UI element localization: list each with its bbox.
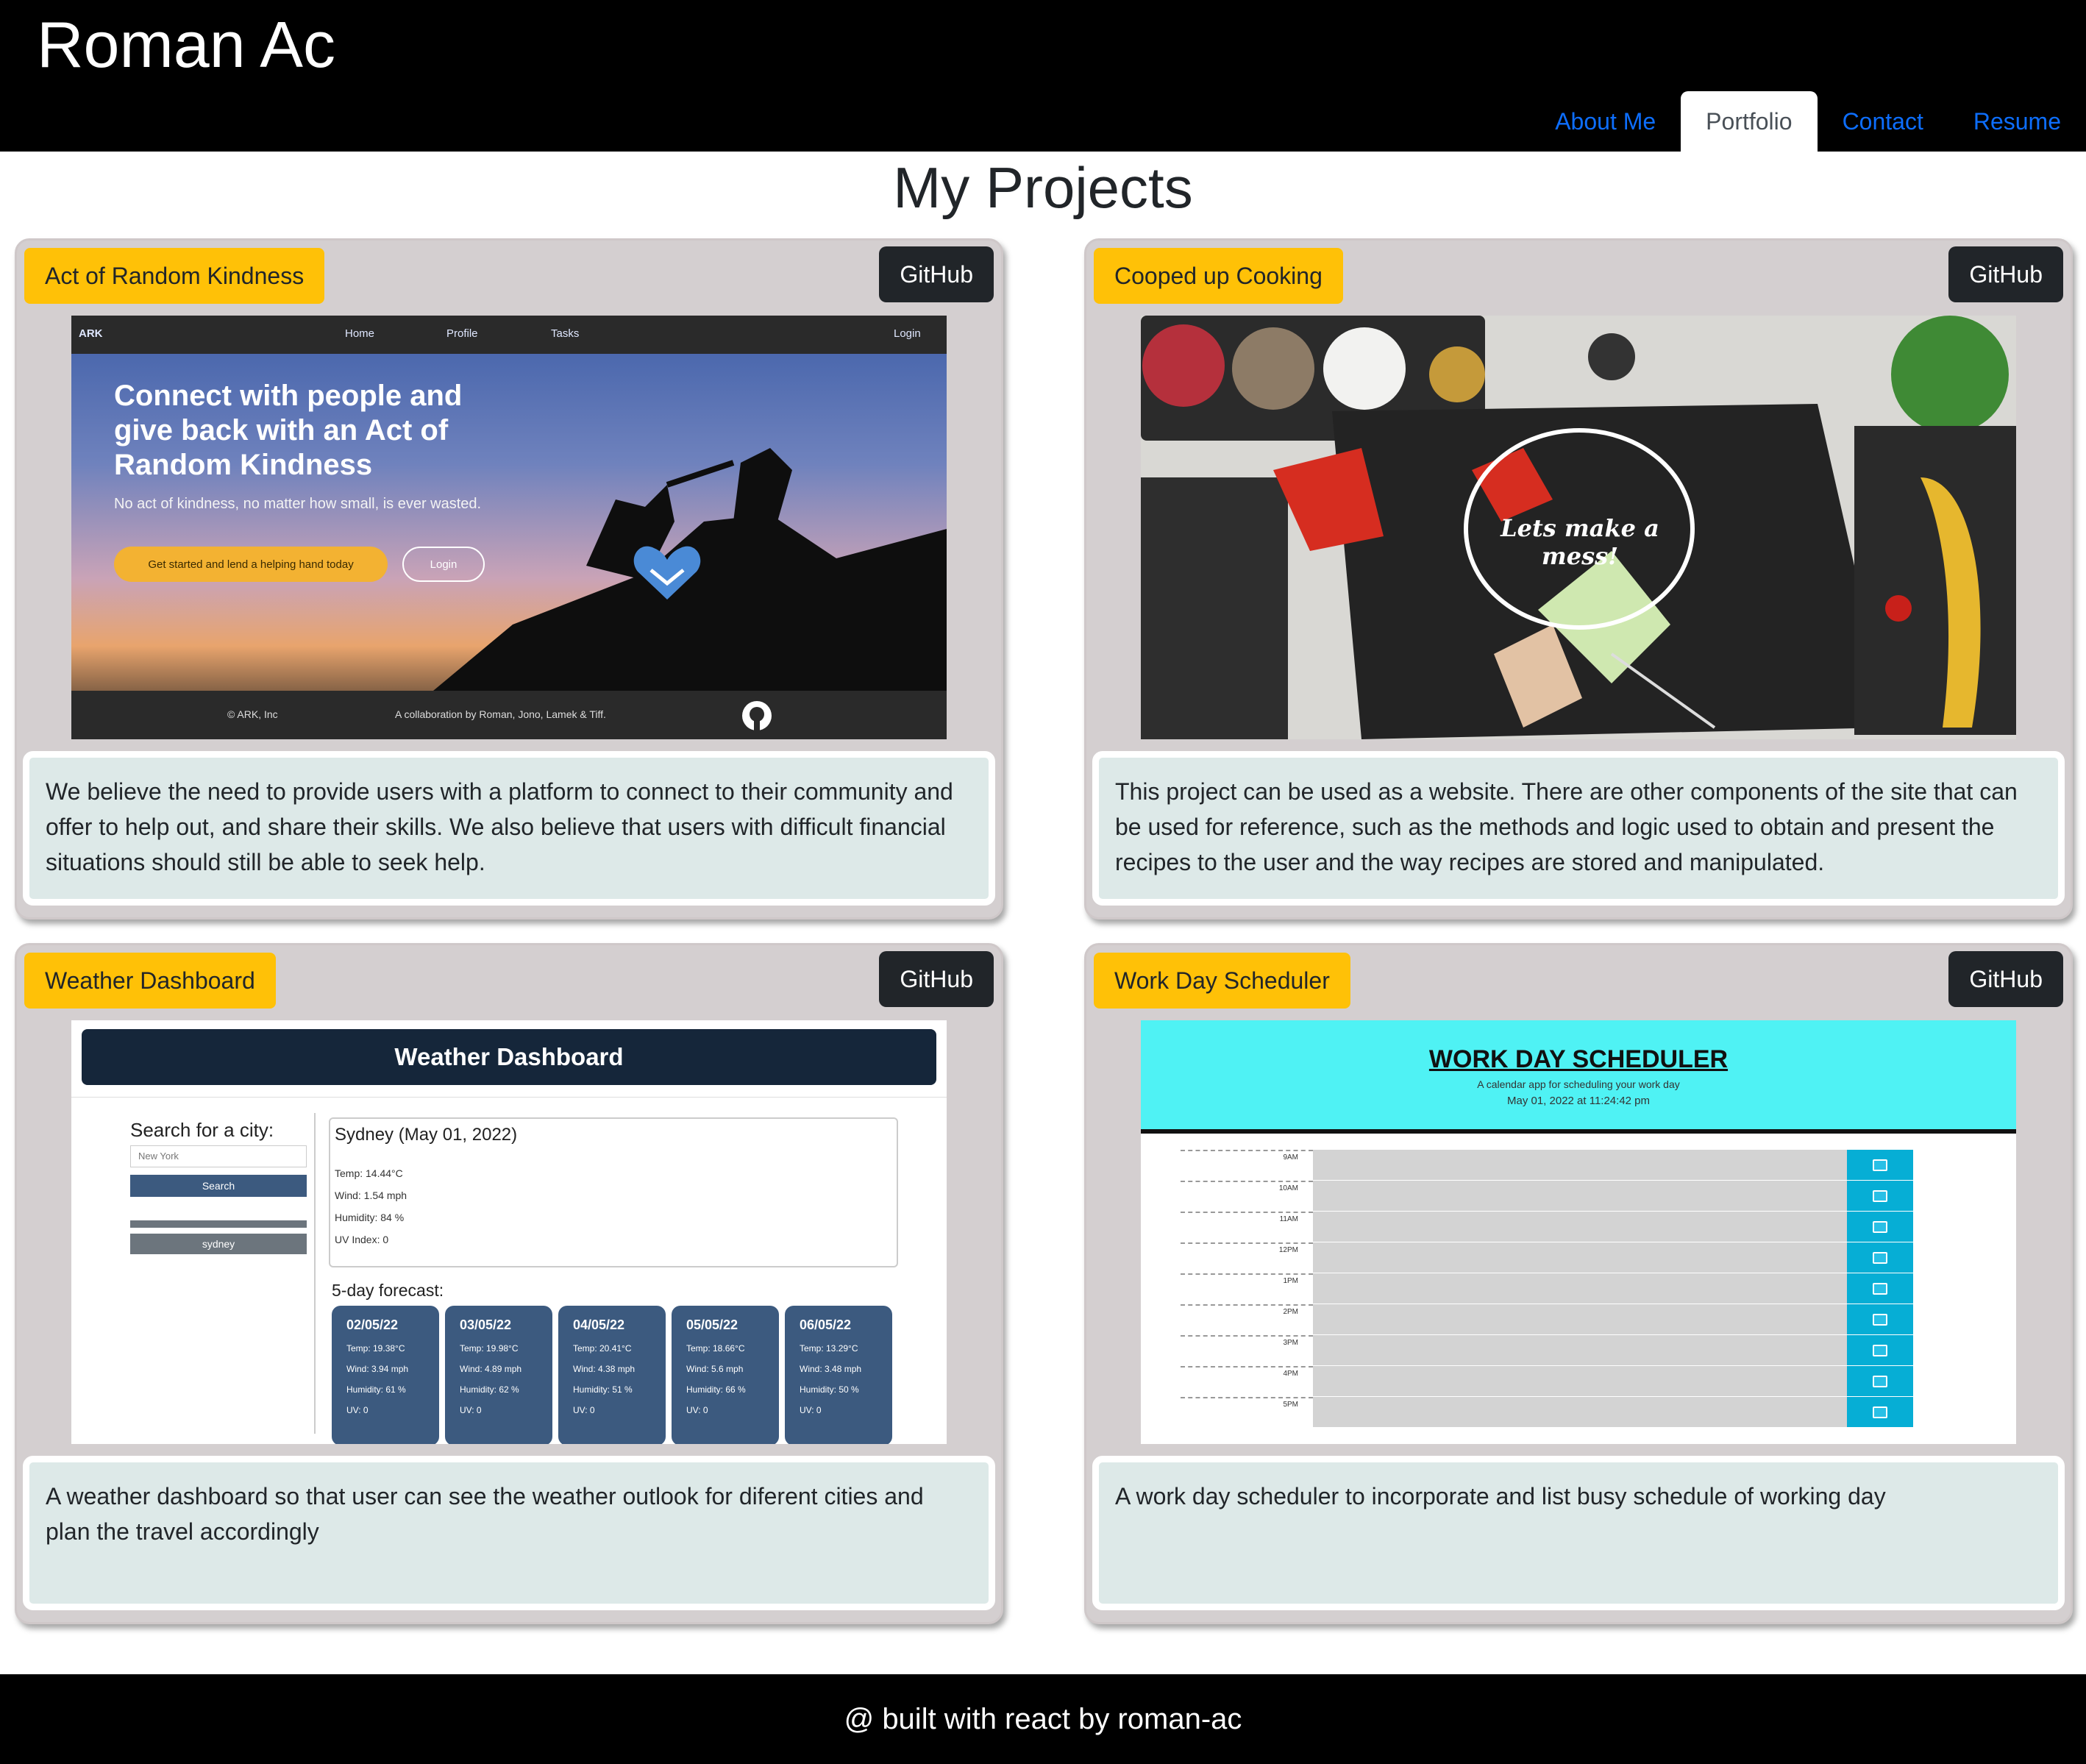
project-screenshot[interactable]: Weather Dashboard Search for a city: New… xyxy=(71,1020,947,1444)
screenshot-search-input: New York xyxy=(130,1145,307,1167)
schedule-row: 10AM xyxy=(1181,1181,1950,1212)
screenshot-current-weather: Sydney (May 01, 2022) Temp: 14.44°C Wind… xyxy=(329,1117,898,1267)
save-icon xyxy=(1873,1406,1887,1418)
page-title: My Projects xyxy=(893,155,1193,220)
forecast-card: 02/05/22 Temp: 19.38°C Wind: 3.94 mph Hu… xyxy=(332,1306,439,1444)
save-icon xyxy=(1873,1375,1887,1387)
screenshot-subtext: No act of kindness, no matter how small,… xyxy=(114,496,482,512)
overlay-text: Lets make a mess! xyxy=(1501,514,1659,570)
screenshot-nav: ARK Home Profile Tasks Login xyxy=(71,316,947,354)
github-icon xyxy=(742,701,772,730)
project-screenshot[interactable]: Lets make a mess! xyxy=(1141,316,2016,739)
current-temp: Temp: 14.44°C xyxy=(335,1167,403,1179)
project-description: A weather dashboard so that user can see… xyxy=(23,1456,995,1610)
screenshot-footer: © ARK, Inc A collaboration by Roman, Jon… xyxy=(71,691,947,739)
github-button[interactable]: GitHub xyxy=(879,951,994,1007)
current-uv: UV Index: 0 xyxy=(335,1234,389,1245)
schedule-row: 3PM xyxy=(1181,1335,1950,1366)
screenshot-nav-item: Login xyxy=(894,327,921,340)
screenshot-nav-item: Home xyxy=(345,327,375,340)
project-title: Cooped up Cooking xyxy=(1094,248,1343,304)
screenshot-nav-item: Tasks xyxy=(551,327,580,340)
current-city: Sydney (May 01, 2022) xyxy=(335,1125,518,1145)
project-title: Act of Random Kindness xyxy=(24,248,325,304)
heart-hands-icon xyxy=(633,546,701,600)
nav-tab-portfolio[interactable]: Portfolio xyxy=(1681,91,1818,152)
screenshot-login: Login xyxy=(402,547,485,582)
save-icon xyxy=(1873,1189,1887,1202)
screenshot-nav-item: Profile xyxy=(446,327,478,340)
schedule-row: 1PM xyxy=(1181,1273,1950,1304)
nav-tab-about-me[interactable]: About Me xyxy=(1530,91,1681,152)
nav-tab-contact[interactable]: Contact xyxy=(1818,91,1948,152)
project-card-scheduler: Work Day Scheduler GitHub WORK DAY SCHED… xyxy=(1084,943,2073,1624)
screenshot-footer-mid: A collaboration by Roman, Jono, Lamek & … xyxy=(395,708,606,720)
screenshot-headline: Connect with people and give back with a… xyxy=(114,380,463,481)
project-screenshot[interactable]: WORK DAY SCHEDULER A calendar app for sc… xyxy=(1141,1020,2016,1444)
current-wind: Wind: 1.54 mph xyxy=(335,1189,407,1201)
project-title: Weather Dashboard xyxy=(24,953,276,1009)
project-description: A work day scheduler to incorporate and … xyxy=(1092,1456,2065,1610)
screenshot-history-item: sydney xyxy=(130,1234,307,1254)
schedule-row: 9AM xyxy=(1181,1150,1950,1181)
screenshot-subtitle: A calendar app for scheduling your work … xyxy=(1477,1078,1680,1090)
schedule-row: 11AM xyxy=(1181,1212,1950,1242)
footer-text: @ built with react by roman-ac xyxy=(844,1702,1242,1735)
schedule-row: 12PM xyxy=(1181,1242,1950,1273)
screenshot-title: Weather Dashboard xyxy=(82,1029,936,1085)
project-description: We believe the need to provide users wit… xyxy=(23,751,995,906)
screenshot-search-button: Search xyxy=(130,1175,307,1197)
screenshot-title: WORK DAY SCHEDULER xyxy=(1428,1045,1729,1073)
forecast-card: 06/05/22 Temp: 13.29°C Wind: 3.48 mph Hu… xyxy=(785,1306,892,1444)
current-humidity: Humidity: 84 % xyxy=(335,1212,405,1223)
github-button[interactable]: GitHub xyxy=(1948,246,2063,302)
github-button[interactable]: GitHub xyxy=(879,246,994,302)
forecast-card: 03/05/22 Temp: 19.98°C Wind: 4.89 mph Hu… xyxy=(445,1306,552,1444)
screenshot-date: May 01, 2022 at 11:24:42 pm xyxy=(1506,1095,1651,1107)
save-icon xyxy=(1873,1159,1887,1171)
save-icon xyxy=(1873,1344,1887,1356)
screenshot-cta: Get started and lend a helping hand toda… xyxy=(114,547,388,582)
project-card-cooking: Cooped up Cooking GitHub Lets make a mes… xyxy=(1084,238,2073,920)
site-footer: @ built with react by roman-ac xyxy=(0,1674,2086,1764)
forecast-card: 05/05/22 Temp: 18.66°C Wind: 5.6 mph Hum… xyxy=(672,1306,779,1444)
save-icon xyxy=(1873,1282,1887,1295)
site-title: Roman Ac xyxy=(37,8,335,81)
github-button[interactable]: GitHub xyxy=(1948,951,2063,1007)
save-icon xyxy=(1873,1313,1887,1326)
forecast-card: 04/05/22 Temp: 20.41°C Wind: 4.38 mph Hu… xyxy=(558,1306,666,1444)
screenshot-footer-left: © ARK, Inc xyxy=(227,708,278,720)
nav-tab-resume[interactable]: Resume xyxy=(1948,91,2086,152)
save-icon xyxy=(1873,1251,1887,1264)
main-nav: About Me Portfolio Contact Resume xyxy=(1530,91,2086,152)
site-header: Roman Ac About Me Portfolio Contact Resu… xyxy=(0,0,2086,152)
screenshot-brand: ARK xyxy=(79,327,103,340)
project-card-weather: Weather Dashboard GitHub Weather Dashboa… xyxy=(15,943,1003,1624)
schedule-row: 2PM xyxy=(1181,1304,1950,1335)
schedule-row: 4PM xyxy=(1181,1366,1950,1397)
screenshot-hero: WORK DAY SCHEDULER A calendar app for sc… xyxy=(1141,1020,2016,1134)
project-description: This project can be used as a website. T… xyxy=(1092,751,2065,906)
save-icon xyxy=(1873,1220,1887,1233)
screenshot-search-label: Search for a city: xyxy=(130,1119,274,1141)
project-title: Work Day Scheduler xyxy=(1094,953,1350,1009)
schedule-row: 5PM xyxy=(1181,1397,1950,1428)
forecast-label: 5-day forecast: xyxy=(332,1281,444,1300)
project-card-ark: Act of Random Kindness GitHub ARK Home P… xyxy=(15,238,1003,920)
project-screenshot[interactable]: ARK Home Profile Tasks Login Connect wit… xyxy=(71,316,947,739)
screenshot-history-bar xyxy=(130,1220,307,1228)
